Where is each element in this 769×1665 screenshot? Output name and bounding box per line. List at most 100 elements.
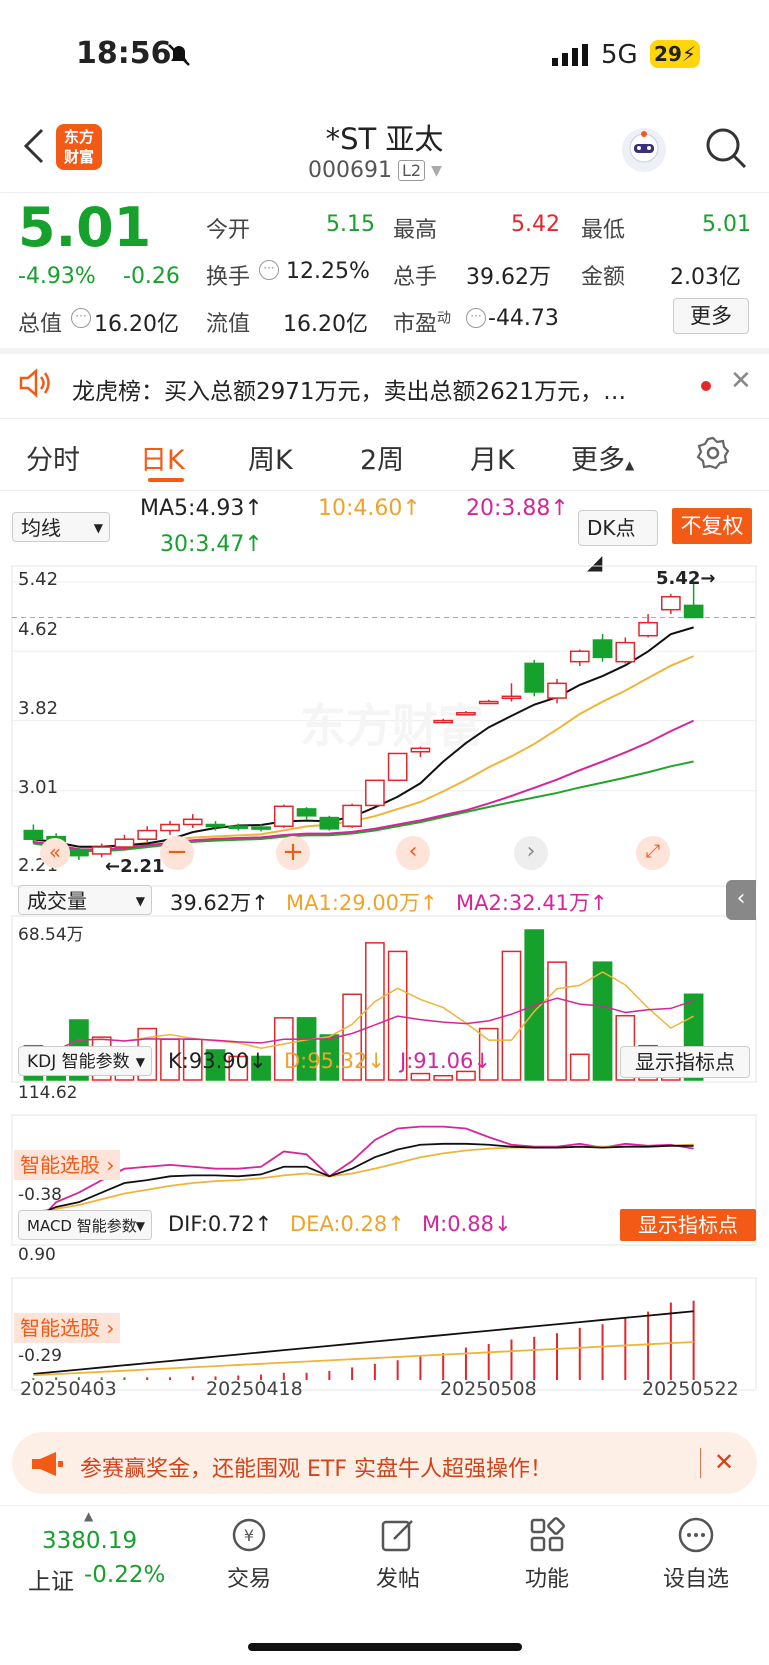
info-icon[interactable]: ···	[71, 308, 91, 328]
candle-body	[251, 826, 271, 830]
candle-body	[296, 808, 317, 817]
kline-chart[interactable]: 东方财富	[0, 560, 769, 1420]
ma10-label: 10:4.60↑	[318, 496, 421, 521]
signal-icon	[552, 44, 588, 66]
candle-body	[114, 838, 135, 848]
candle-body	[615, 641, 636, 663]
smart-pick-button[interactable]: 智能选股 ›	[14, 1313, 121, 1343]
fullscreen-icon[interactable]: ⤢	[636, 836, 670, 870]
info-icon[interactable]: ···	[466, 308, 486, 328]
turnover-value: 12.25%	[286, 259, 370, 284]
candle-body	[547, 682, 567, 699]
low-label: 最低	[581, 218, 626, 243]
index-name[interactable]: 上证	[28, 1562, 74, 1596]
tab-weekly-k[interactable]: 周K	[248, 438, 293, 477]
kdj-show-points-button[interactable]: 显示指标点	[620, 1046, 750, 1078]
svg-text:¥: ¥	[244, 1526, 254, 1545]
date-label: 20250418	[206, 1378, 303, 1400]
kdj-axis-bottom: -0.38	[18, 1185, 62, 1205]
stock-code-row[interactable]: 000691 L2 ▼	[308, 158, 442, 183]
smart-pick-button[interactable]: 智能选股 ›	[14, 1150, 121, 1180]
nav-trade-label: 交易	[226, 1567, 271, 1592]
chevron-down-icon: ▼	[135, 1219, 145, 1233]
tab-intraday[interactable]: 分时	[26, 438, 80, 477]
nav-add-watchlist[interactable]: 设自选	[646, 1515, 746, 1593]
kdj-k: K:93.90↓	[168, 1049, 267, 1073]
kdj-select[interactable]: KDJ 智能参数 ▼	[18, 1046, 152, 1076]
pe-label-text: 市盈	[393, 312, 438, 337]
info-icon[interactable]: ···	[259, 260, 279, 280]
close-icon[interactable]: ✕	[714, 1448, 734, 1476]
more-button[interactable]: 更多	[673, 298, 749, 334]
prev-icon[interactable]: ‹	[396, 836, 430, 870]
nav-functions[interactable]: 功能	[497, 1515, 597, 1593]
kdj-d: D:95.32↓	[284, 1049, 385, 1073]
change-abs: -0.26	[123, 264, 180, 289]
divider	[700, 1448, 701, 1478]
index-value: 3380.19	[42, 1528, 138, 1554]
candle-body	[69, 848, 89, 857]
candle-body	[205, 823, 226, 828]
level-badge: L2	[397, 160, 426, 181]
candle-body	[365, 779, 385, 807]
index-pct: -0.22%	[84, 1562, 166, 1588]
macd-axis-bottom: -0.29	[18, 1346, 62, 1366]
speaker-icon	[18, 368, 52, 398]
ma5-label: MA5:4.93↑	[140, 496, 263, 521]
kdj-j: J:91.06↓	[400, 1049, 491, 1073]
next-icon[interactable]: ›	[514, 836, 548, 870]
search-icon[interactable]	[704, 126, 748, 170]
collapse-side-icon[interactable]: ‹	[726, 880, 756, 920]
tab-more[interactable]: 更多▲	[571, 438, 634, 477]
close-icon[interactable]: ✕	[730, 366, 752, 396]
tab-2week[interactable]: 2周	[360, 438, 404, 477]
nav-add-watchlist-label: 设自选	[662, 1567, 729, 1592]
zoom-in-icon[interactable]: +	[276, 836, 310, 870]
open-value: 5.15	[326, 212, 375, 237]
amount-label: 金额	[581, 265, 626, 290]
chevron-down-icon: ▼	[135, 894, 145, 908]
candle-body	[410, 747, 431, 753]
pe-value: -44.73	[488, 306, 559, 331]
watermark: 东方财富	[300, 699, 484, 753]
candle-body	[182, 818, 203, 826]
dk-select[interactable]: DK点◢	[578, 510, 658, 574]
date-label: 20250522	[642, 1378, 739, 1400]
notice-text[interactable]: 龙虎榜：买入总额2971万元，卖出总额2621万元，…	[72, 372, 626, 406]
volume-select[interactable]: 成交量 ▼	[18, 885, 152, 915]
volume-ma1: MA1:29.00万↑	[286, 891, 438, 915]
nav-post[interactable]: 发帖	[348, 1515, 448, 1593]
candle-body	[160, 823, 180, 832]
macd-dif-line	[33, 1310, 694, 1375]
settings-icon[interactable]	[696, 436, 730, 470]
tab-daily-k[interactable]: 日K	[140, 438, 185, 477]
volume-bar	[569, 1053, 590, 1081]
tab-monthly-k[interactable]: 月K	[470, 438, 515, 477]
robot-assistant-icon[interactable]	[622, 128, 666, 172]
last-price: 5.01	[18, 196, 152, 259]
status-time: 18:56	[76, 36, 172, 71]
candle-body	[91, 846, 112, 855]
adjust-button[interactable]: 不复权	[672, 508, 752, 544]
candle-body	[478, 700, 499, 705]
macd-dea: DEA:0.28↑	[290, 1212, 405, 1236]
battery-level: 29	[654, 42, 682, 66]
rewind-icon[interactable]: «	[40, 838, 70, 868]
zoom-out-icon[interactable]: −	[160, 836, 194, 870]
candle-body	[137, 829, 158, 840]
low-value: 5.01	[702, 212, 751, 237]
ma-select[interactable]: 均线 ▼	[12, 512, 110, 542]
macd-show-points-button[interactable]: 显示指标点	[620, 1209, 756, 1241]
candle-body	[23, 829, 44, 840]
candle-body	[569, 650, 590, 663]
nav-trade[interactable]: ¥ 交易	[199, 1515, 299, 1593]
volume-ma2: MA2:32.41万↑	[456, 891, 608, 915]
turnover-label: 换手	[206, 265, 251, 290]
home-indicator	[248, 1643, 522, 1651]
kdj-axis-top: 114.62	[18, 1083, 78, 1103]
macd-dif: DIF:0.72↑	[168, 1212, 273, 1236]
macd-select[interactable]: MACD 智能参数 ▼	[18, 1210, 152, 1240]
candle-body	[660, 595, 681, 611]
chevron-down-icon: ▼	[93, 521, 103, 535]
candle-body	[433, 719, 454, 724]
